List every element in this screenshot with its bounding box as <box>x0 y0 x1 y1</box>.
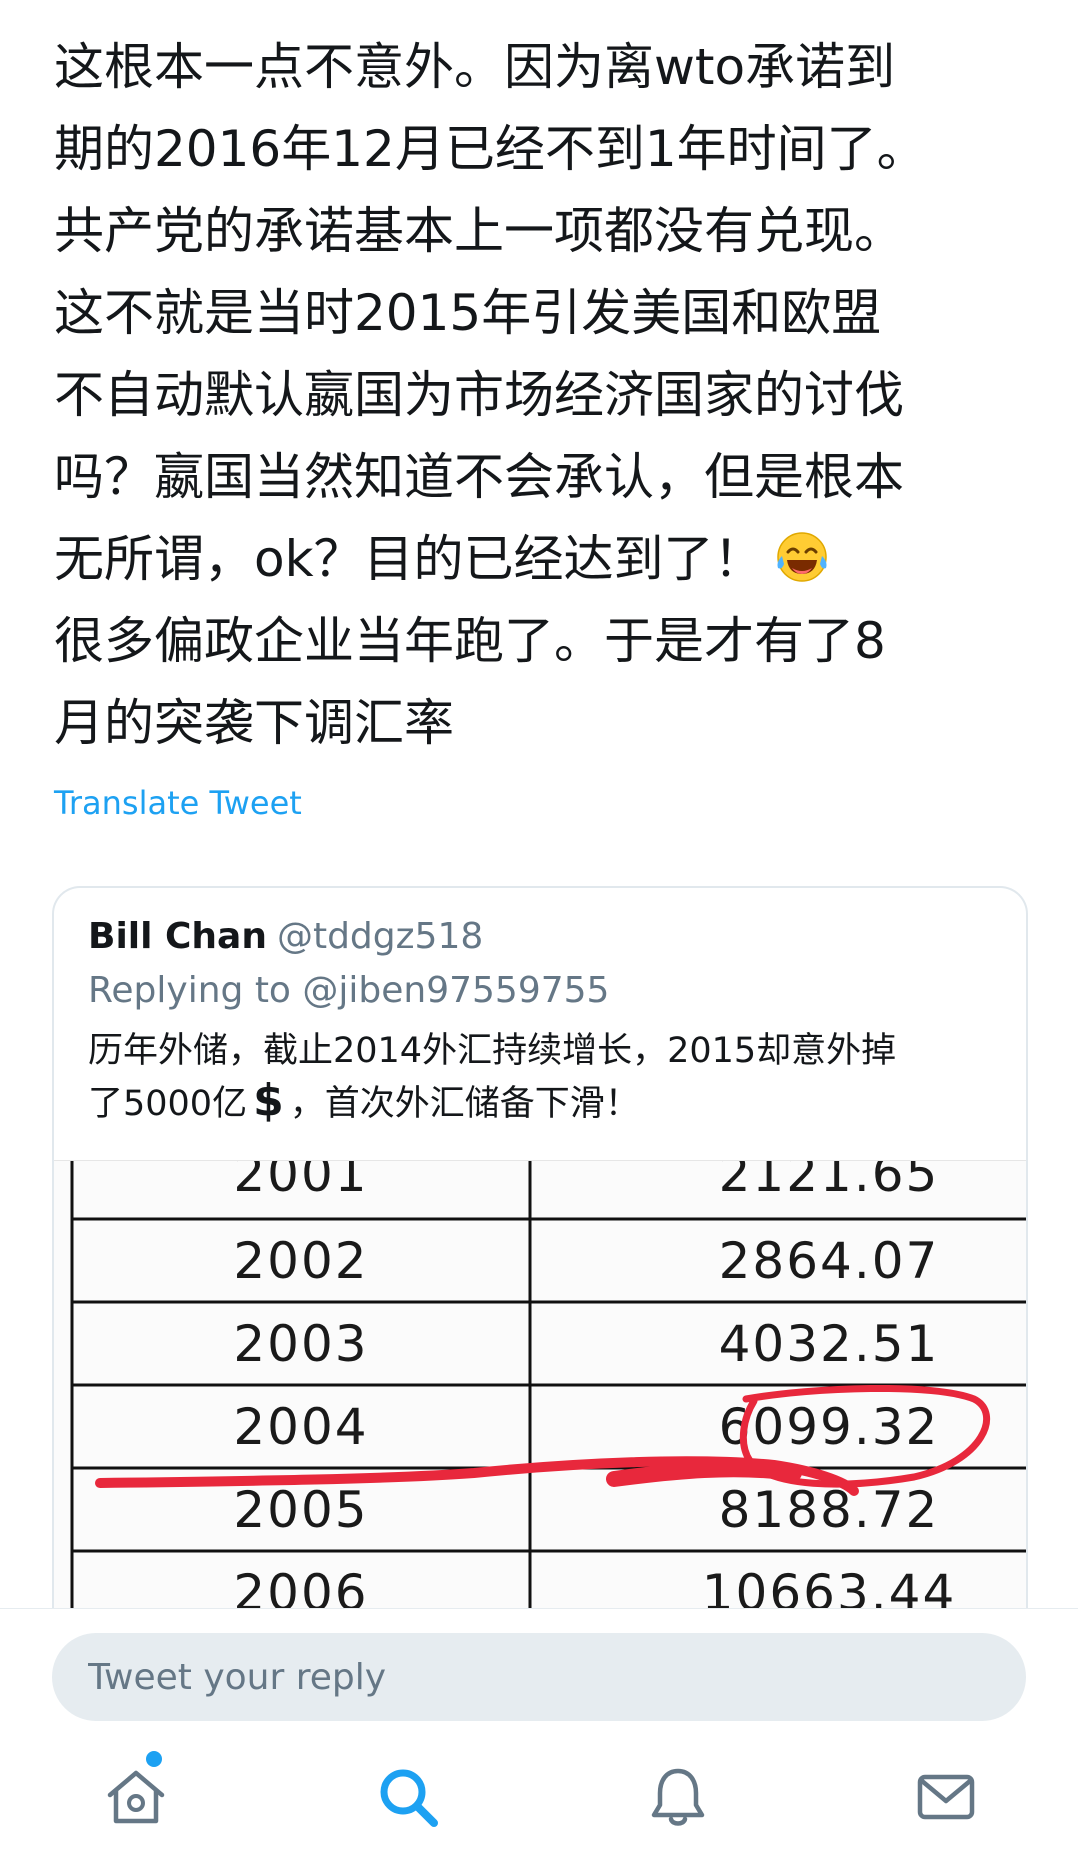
table-value-cell: 8188.72 <box>719 1481 940 1539</box>
tweet-line: 月的突袭下调汇率 <box>54 694 454 752</box>
tweet-reply-input[interactable] <box>52 1633 1026 1721</box>
tab-notifications[interactable] <box>638 1757 718 1837</box>
home-icon <box>107 1770 165 1824</box>
quoted-tweet-image[interactable]: 2001 2121.65 2002 2864.07 2003 4032.51 2… <box>54 1160 1026 1648</box>
dollar-sign-icon: $ <box>253 1075 284 1126</box>
tweet-line-text: 无所谓，ok？目的已经达到了！ <box>54 530 764 588</box>
notification-dot <box>146 1751 162 1767</box>
bell-icon <box>651 1768 705 1826</box>
tweet-line: 这不就是当时2015年引发美国和欧盟 <box>54 284 882 342</box>
tweet-body: 这根本一点不意外。因为离wto承诺到 期的2016年12月已经不到1年时间了。 … <box>54 26 1054 764</box>
quoted-replying-to: Replying to @jiben97559755 <box>88 970 610 1011</box>
tweet-line: 这根本一点不意外。因为离wto承诺到 <box>54 38 896 96</box>
tab-messages[interactable] <box>906 1757 986 1837</box>
tweet-line: 不自动默认嬴国为市场经济国家的讨伐 <box>54 366 904 424</box>
quoted-text-fragment: 了5000亿 <box>88 1084 248 1124</box>
tweet-line-with-emoji: 无所谓，ok？目的已经达到了！ <box>54 518 1054 600</box>
quoted-text-line: 历年外储，截止2014外汇持续增长，2015却意外掉 <box>88 1031 897 1071</box>
reserve-table-image: 2001 2121.65 2002 2864.07 2003 4032.51 2… <box>54 1161 1026 1648</box>
tab-home[interactable] <box>96 1751 176 1837</box>
table-year-cell: 2003 <box>233 1315 368 1373</box>
tweet-line: 共产党的承诺基本上一项都没有兑现。 <box>54 202 904 260</box>
table-year-cell: 2005 <box>233 1481 368 1539</box>
table-value-cell: 2121.65 <box>719 1161 940 1203</box>
mail-icon <box>917 1774 975 1820</box>
quoted-text-line: 了5000亿 $ ，首次外汇储备下滑！ <box>88 1076 1018 1129</box>
table-year-cell: 2004 <box>233 1398 368 1456</box>
table-value-cell: 4032.51 <box>719 1315 940 1373</box>
quoted-tweet-card[interactable]: Bill Chan @tddgz518 Replying to @jiben975… <box>52 886 1028 1648</box>
table-year-cell: 2002 <box>233 1232 368 1290</box>
table-year-cell: 2001 <box>233 1161 368 1203</box>
translate-tweet-link[interactable]: Translate Tweet <box>54 782 302 824</box>
table-value-cell: 2864.07 <box>719 1232 940 1290</box>
bottom-panel <box>0 1608 1078 1868</box>
face-with-tears-of-joy-icon <box>776 532 827 582</box>
tweet-line: 期的2016年12月已经不到1年时间了。 <box>54 120 927 178</box>
tweet-line: 很多偏政企业当年跑了。于是才有了8 <box>54 612 886 670</box>
tab-search[interactable] <box>368 1757 448 1837</box>
search-icon <box>380 1769 438 1827</box>
quoted-tweet-header: Bill Chan @tddgz518 <box>88 914 483 960</box>
quoted-author-handle: @tddgz518 <box>276 916 484 957</box>
quoted-tweet-text: 历年外储，截止2014外汇持续增长，2015却意外掉 了5000亿 $ ，首次外汇储… <box>88 1026 1018 1129</box>
quoted-text-fragment: ，首次外汇储备下滑！ <box>289 1084 640 1124</box>
tweet-line: 吗？嬴国当然知道不会承认，但是根本 <box>54 448 904 506</box>
quoted-author-name: Bill Chan <box>88 916 267 957</box>
